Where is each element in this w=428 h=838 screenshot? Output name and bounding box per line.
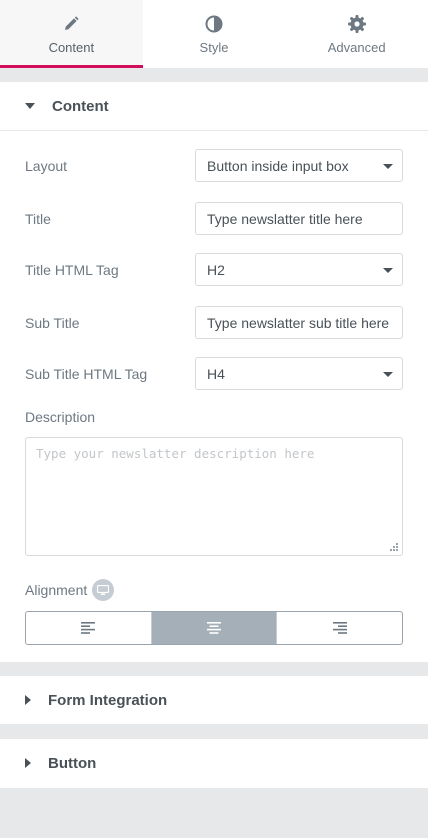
dropdown-arrow-icon bbox=[383, 164, 393, 169]
content-section-header[interactable]: Content bbox=[0, 82, 428, 130]
pencil-icon bbox=[61, 14, 81, 34]
form-integration-section: Form Integration bbox=[0, 676, 428, 724]
align-center-button[interactable] bbox=[151, 612, 278, 644]
tab-content[interactable]: Content bbox=[0, 0, 143, 68]
tab-style[interactable]: Style bbox=[143, 0, 286, 68]
form-integration-header[interactable]: Form Integration bbox=[0, 676, 428, 724]
sub-title-input[interactable]: Type newslatter sub title here bbox=[195, 306, 403, 339]
title-tag-select[interactable]: H2 bbox=[195, 253, 403, 286]
sub-title-tag-value: H4 bbox=[207, 365, 225, 382]
description-placeholder: Type your newslatter description here bbox=[36, 446, 315, 461]
align-left-button[interactable] bbox=[26, 612, 152, 644]
description-label: Description bbox=[25, 409, 96, 425]
panel-tabs: Content Style Advanced bbox=[0, 0, 428, 68]
caret-down-icon bbox=[25, 103, 35, 109]
gear-icon bbox=[347, 14, 367, 34]
tab-label: Content bbox=[48, 40, 95, 55]
title-tag-value: H2 bbox=[207, 261, 225, 278]
layout-label: Layout bbox=[25, 157, 68, 174]
tab-label: Advanced bbox=[327, 40, 386, 55]
button-section-header[interactable]: Button bbox=[0, 739, 428, 787]
alignment-label: Alignment bbox=[25, 582, 88, 598]
section-title: Button bbox=[48, 754, 97, 772]
title-tag-row: Title HTML Tag H2 bbox=[25, 253, 403, 286]
section-title: Form Integration bbox=[48, 691, 168, 709]
align-left-icon bbox=[81, 622, 96, 634]
section-divider bbox=[0, 130, 428, 131]
resize-handle-icon[interactable] bbox=[389, 542, 399, 552]
align-right-button[interactable] bbox=[277, 612, 402, 644]
description-textarea[interactable]: Type your newslatter description here bbox=[25, 437, 403, 556]
dropdown-arrow-icon bbox=[383, 372, 393, 377]
layout-select[interactable]: Button inside input box bbox=[195, 149, 403, 182]
align-right-icon bbox=[332, 622, 347, 634]
button-section: Button bbox=[0, 739, 428, 788]
dropdown-arrow-icon bbox=[383, 268, 393, 273]
sub-title-row: Sub Title Type newslatter sub title here bbox=[25, 306, 403, 339]
title-row: Title Type newslatter title here bbox=[25, 202, 403, 235]
sub-title-value: Type newslatter sub title here bbox=[207, 314, 390, 331]
alignment-choices bbox=[25, 611, 403, 645]
alignment-label-row: Alignment bbox=[25, 579, 115, 601]
title-label: Title bbox=[25, 210, 51, 227]
tabs-separator bbox=[0, 68, 428, 82]
layout-value: Button inside input box bbox=[207, 157, 349, 174]
title-value: Type newslatter title here bbox=[207, 210, 363, 227]
desktop-icon[interactable] bbox=[92, 579, 115, 601]
title-tag-label: Title HTML Tag bbox=[25, 261, 119, 278]
contrast-icon bbox=[204, 14, 224, 34]
section-title: Content bbox=[52, 97, 109, 115]
title-input[interactable]: Type newslatter title here bbox=[195, 202, 403, 235]
sub-title-tag-label: Sub Title HTML Tag bbox=[25, 365, 148, 382]
sub-title-tag-select[interactable]: H4 bbox=[195, 357, 403, 390]
tab-advanced[interactable]: Advanced bbox=[285, 0, 428, 68]
sub-title-tag-row: Sub Title HTML Tag H4 bbox=[25, 357, 403, 390]
sub-title-label: Sub Title bbox=[25, 314, 80, 331]
align-center-icon bbox=[207, 622, 221, 634]
caret-right-icon bbox=[25, 758, 31, 768]
tab-label: Style bbox=[199, 40, 229, 55]
layout-row: Layout Button inside input box bbox=[25, 149, 403, 182]
caret-right-icon bbox=[25, 695, 31, 705]
